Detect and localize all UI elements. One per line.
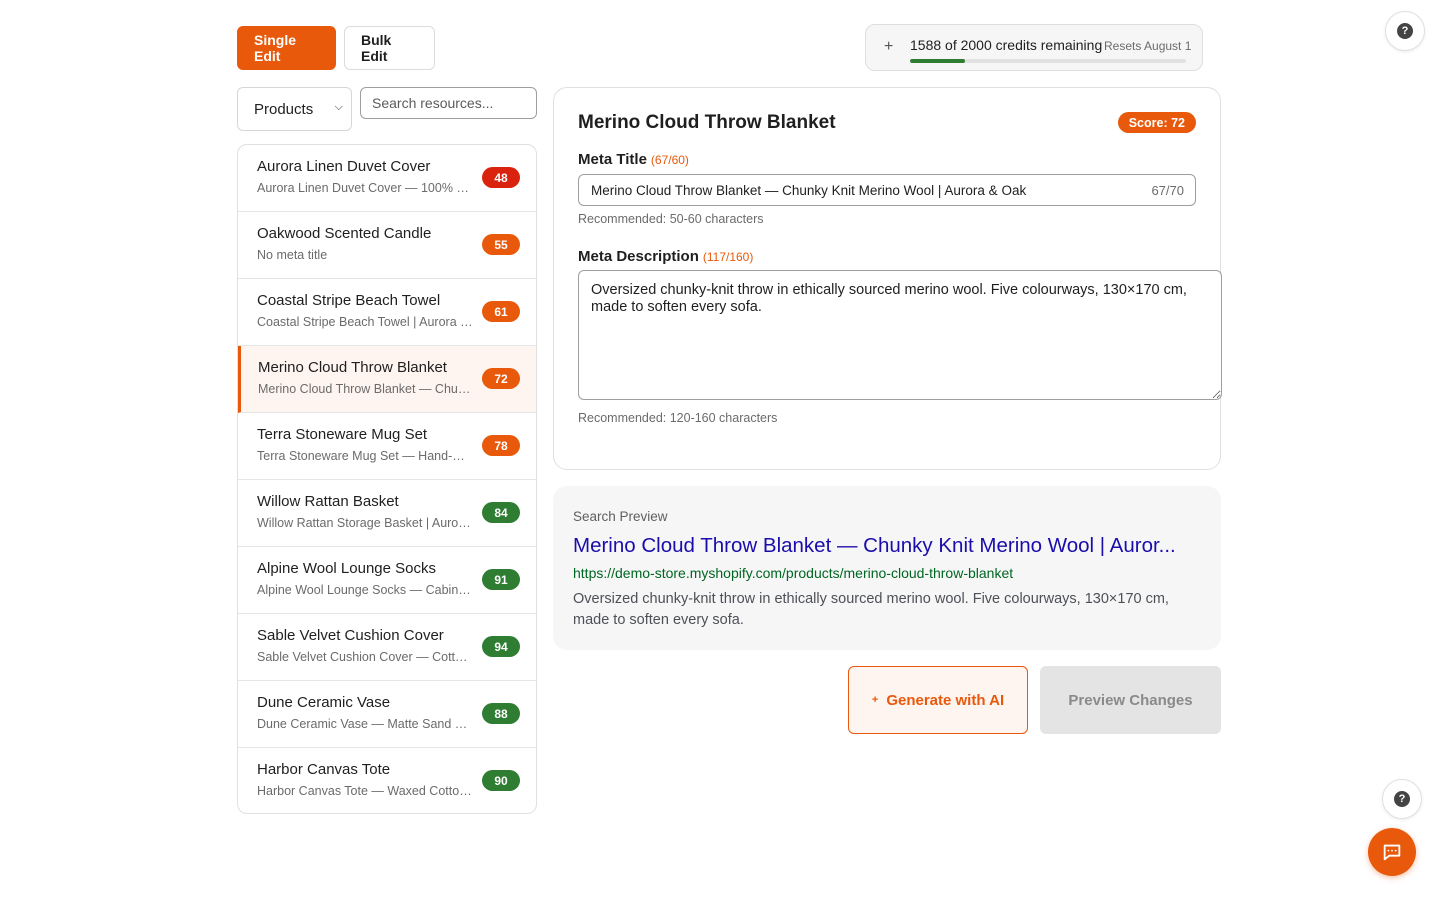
search-preview-url: https://demo-store.myshopify.com/product… [573, 565, 1014, 581]
chat-button[interactable] [1368, 828, 1416, 876]
help-button[interactable]: ? [1385, 11, 1425, 51]
chat-icon [1383, 844, 1401, 861]
product-meta-title: Dune Ceramic Vase — Matte Sand Finish [257, 717, 473, 731]
product-list-item[interactable]: Alpine Wool Lounge Socks Alpine Wool Loun… [238, 547, 536, 614]
product-list-item[interactable]: Willow Rattan Basket Willow Rattan Storag… [238, 480, 536, 547]
product-meta-title: Sable Velvet Cushion Cover — Cotton Velv… [257, 650, 473, 664]
single-edit-button[interactable]: Single Edit [237, 26, 336, 70]
search-preview-title[interactable]: Merino Cloud Throw Blanket — Chunky Knit… [573, 534, 1205, 558]
meta-title-input[interactable] [579, 175, 1119, 205]
question-icon: ? [1397, 23, 1413, 39]
credits-progress-bar [910, 59, 1186, 63]
score-badge: 55 [482, 234, 520, 255]
generate-label: Generate with AI [886, 691, 1005, 709]
score-badge: 90 [482, 770, 520, 791]
bulk-edit-button[interactable]: Bulk Edit [344, 26, 435, 70]
sparkle-icon: + [871, 694, 879, 706]
meta-description-hint: Recommended: 120-160 characters [578, 411, 778, 425]
score-badge: 94 [482, 636, 520, 657]
score-badge: 78 [482, 435, 520, 456]
meta-editor-card: Merino Cloud Throw Blanket Score: 72 Met… [553, 87, 1222, 470]
edit-mode-toggle: Single Edit Bulk Edit [237, 26, 435, 70]
product-list-item[interactable]: Aurora Linen Duvet Cover Aurora Linen Duv… [238, 145, 536, 212]
meta-description-count: (117/160) [702, 250, 754, 264]
score-badge: 48 [482, 167, 520, 188]
score-badge: 88 [482, 703, 520, 724]
product-meta-title: Coastal Stripe Beach Towel | Aurora & Oa… [257, 315, 473, 329]
resource-type-select[interactable]: Products ⌵ [237, 87, 352, 131]
floating-help-button[interactable]: ? [1382, 779, 1422, 819]
product-list: Aurora Linen Duvet Cover Aurora Linen Duv… [237, 144, 537, 814]
search-preview-label: Search Preview [573, 509, 668, 524]
score-badge: Score: 72 [1117, 112, 1196, 133]
meta-title-label-text: Meta Title [578, 151, 647, 168]
product-list-item[interactable]: Merino Cloud Throw Blanket Merino Cloud T… [238, 346, 536, 413]
question-icon: ? [1394, 791, 1410, 807]
search-preview-description: Oversized chunky-knit throw in ethically… [573, 591, 1169, 628]
score-badge: 91 [482, 569, 520, 590]
product-meta-title: Terra Stoneware Mug Set — Hand-Glazed [257, 449, 473, 463]
meta-description-label-text: Meta Description [578, 248, 699, 265]
generate-with-ai-button[interactable]: + Generate with AI [848, 666, 1028, 734]
product-list-item[interactable]: Coastal Stripe Beach Towel Coastal Stripe… [238, 279, 536, 346]
meta-title-counter: 67/70 [1151, 183, 1184, 198]
product-meta-title: Aurora Linen Duvet Cover — 100% Stonewas… [257, 181, 473, 195]
product-list-item[interactable]: Terra Stoneware Mug Set Terra Stoneware M… [238, 413, 536, 480]
score-badge: 84 [482, 502, 520, 523]
product-title: Merino Cloud Throw Blanket [578, 112, 836, 133]
meta-title-count: (67/60) [650, 153, 689, 167]
sparkle-icon: + [884, 38, 894, 55]
search-input[interactable] [360, 87, 537, 119]
product-meta-title: Merino Cloud Throw Blanket — Chunky Knit… [258, 382, 474, 396]
product-list-item[interactable]: Sable Velvet Cushion Cover Sable Velvet C… [238, 614, 536, 681]
credits-text: 1588 of 2000 credits remaining [910, 37, 1103, 53]
credits-progress-fill [910, 59, 966, 63]
product-list-item[interactable]: Oakwood Scented Candle No meta title 55 [238, 212, 536, 279]
meta-description-textarea[interactable]: Oversized chunky-knit throw in ethically… [578, 270, 1222, 400]
product-list-item[interactable]: Harbor Canvas Tote Harbor Canvas Tote — W… [238, 748, 536, 813]
product-meta-title: Alpine Wool Lounge Socks — Cabin Knit [257, 583, 473, 597]
credits-panel: + 1588 of 2000 credits remaining Resets … [865, 24, 1203, 71]
meta-title-label: Meta Title (67/60) [578, 151, 689, 168]
product-list-item[interactable]: Dune Ceramic Vase Dune Ceramic Vase — Mat… [238, 681, 536, 748]
product-meta-title: No meta title [257, 248, 328, 262]
score-badge: 61 [482, 301, 520, 322]
meta-title-field: 67/70 [578, 174, 1196, 206]
meta-description-label: Meta Description (117/160) [578, 248, 753, 265]
preview-changes-button[interactable]: Preview Changes [1040, 666, 1221, 734]
credits-reset-date: Resets August 1 [1104, 39, 1192, 53]
search-preview-card: Search Preview Merino Cloud Throw Blanke… [553, 486, 1221, 650]
chevron-down-icon: ⌵ [334, 101, 343, 113]
product-meta-title: Willow Rattan Storage Basket | Aurora & … [257, 516, 473, 530]
meta-title-hint: Recommended: 50-60 characters [578, 212, 764, 226]
resource-type-value: Products [254, 100, 314, 118]
product-meta-title: Harbor Canvas Tote — Waxed Cotton Canvas [257, 784, 473, 798]
score-badge: 72 [482, 368, 520, 389]
